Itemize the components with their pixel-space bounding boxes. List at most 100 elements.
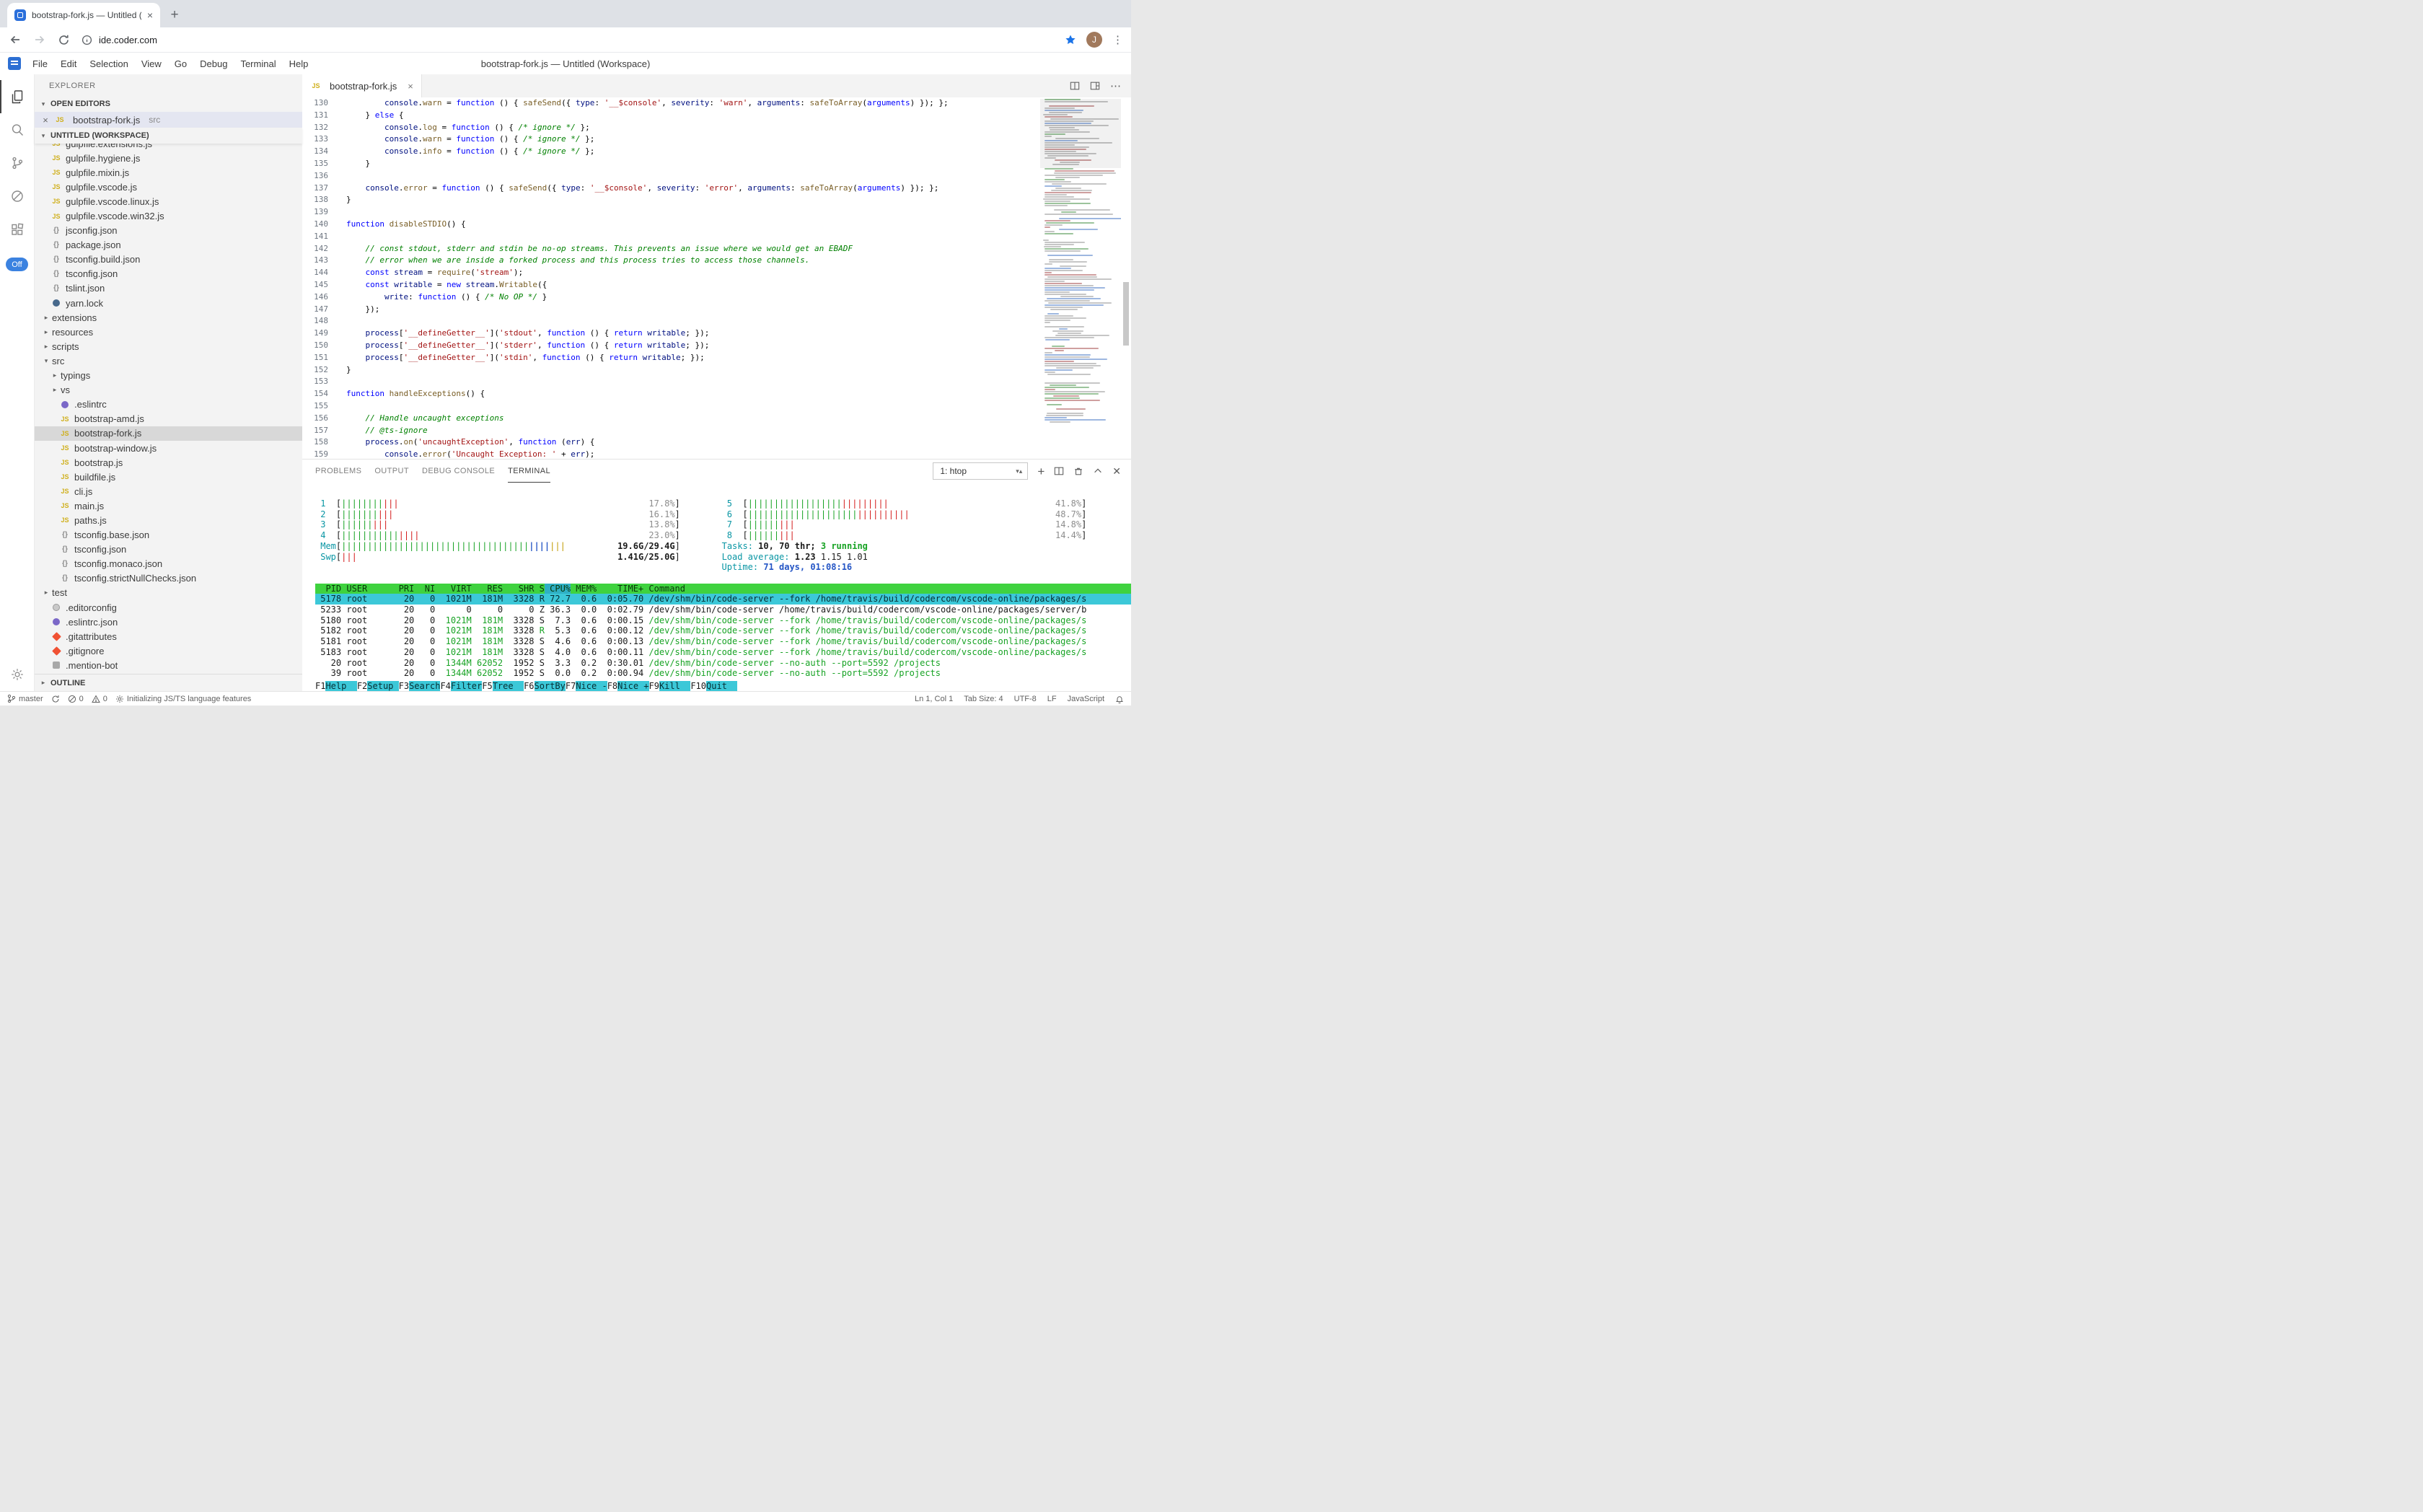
menu-selection[interactable]: Selection: [83, 58, 134, 69]
scrollbar-thumb[interactable]: [1123, 282, 1129, 346]
debug-icon[interactable]: [0, 180, 35, 213]
back-icon[interactable]: [9, 33, 22, 46]
tree-file-gulpfile.mixin.js[interactable]: JSgulpfile.mixin.js: [35, 165, 302, 180]
tree-file-tslint.json[interactable]: {}tslint.json: [35, 281, 302, 296]
tree-file-.mention-bot[interactable]: .mention-bot: [35, 658, 302, 672]
extensions-icon[interactable]: [0, 213, 35, 246]
kill-terminal-icon[interactable]: [1073, 466, 1083, 476]
terminal-output[interactable]: 1 [||||||||||| 17.8%] 5 [|||||||||||||||…: [302, 483, 1131, 691]
tree-folder-vs[interactable]: ▸vs: [35, 383, 302, 397]
explorer-icon[interactable]: [0, 80, 35, 113]
panel-tab-problems[interactable]: PROBLEMS: [315, 460, 361, 483]
status-warning[interactable]: 0: [92, 695, 107, 703]
tree-file-gulpfile.vscode.linux.js[interactable]: JSgulpfile.vscode.linux.js: [35, 194, 302, 208]
tree-file-buildfile.js[interactable]: JSbuildfile.js: [35, 470, 302, 484]
tree-folder-test[interactable]: ▸test: [35, 586, 302, 600]
url-text[interactable]: ide.coder.com: [99, 35, 157, 45]
tree-folder-extensions[interactable]: ▸extensions: [35, 310, 302, 325]
tree-folder-typings[interactable]: ▸typings: [35, 369, 302, 383]
menu-help[interactable]: Help: [283, 58, 315, 69]
new-terminal-icon[interactable]: +: [1037, 465, 1045, 478]
close-editor-icon[interactable]: ×: [40, 115, 50, 126]
status-error[interactable]: 0: [68, 695, 84, 703]
menu-debug[interactable]: Debug: [193, 58, 234, 69]
section-workspace[interactable]: ▾ UNTITLED (WORKSPACE): [35, 128, 302, 144]
htop-function-keys[interactable]: F1Help F2Setup F3SearchF4FilterF5Tree F6…: [315, 681, 1131, 691]
tree-file-paths.js[interactable]: JSpaths.js: [35, 513, 302, 527]
status-sync[interactable]: [51, 695, 60, 703]
process-row-5183[interactable]: 5183 root 20 0 1021M 181M 3328 S 4.0 0.6…: [315, 647, 1131, 658]
source-control-icon[interactable]: [0, 146, 35, 180]
close-panel-icon[interactable]: ✕: [1112, 465, 1121, 478]
browser-tab[interactable]: bootstrap-fork.js — Untitled (W ×: [7, 3, 160, 27]
tree-file-tsconfig.json[interactable]: {}tsconfig.json: [35, 267, 302, 281]
tab-close-icon[interactable]: ×: [147, 9, 153, 21]
process-row-5178[interactable]: 5178 root 20 0 1021M 181M 3328 R 72.7 0.…: [315, 594, 1131, 605]
tree-file-.editorconfig[interactable]: .editorconfig: [35, 600, 302, 615]
avatar[interactable]: J: [1086, 32, 1102, 48]
tree-file-tsconfig.json[interactable]: {}tsconfig.json: [35, 542, 302, 557]
maximize-panel-icon[interactable]: [1093, 466, 1103, 476]
tree-file-.eslintrc[interactable]: .eslintrc: [35, 397, 302, 412]
process-row-39[interactable]: 39 root 20 0 1344M 62052 1952 S 0.0 0.2 …: [315, 668, 1131, 679]
tree-folder-src[interactable]: ▾src: [35, 353, 302, 368]
status-right-3[interactable]: LF: [1047, 695, 1057, 703]
status-branch[interactable]: master: [7, 694, 43, 703]
tree-folder-scripts[interactable]: ▸scripts: [35, 339, 302, 353]
tree-file-package.json[interactable]: {}package.json: [35, 238, 302, 252]
menu-file[interactable]: File: [26, 58, 54, 69]
tree-folder-resources[interactable]: ▸resources: [35, 325, 302, 339]
tree-file-gulpfile.extensions.js[interactable]: JSgulpfile.extensions.js: [35, 144, 302, 151]
notifications-bell-icon[interactable]: [1115, 695, 1124, 703]
split-terminal-icon[interactable]: [1054, 466, 1064, 476]
status-right-2[interactable]: UTF-8: [1014, 695, 1037, 703]
open-editor-item[interactable]: × JS bootstrap-fork.js src: [35, 112, 302, 128]
close-tab-icon[interactable]: ×: [408, 81, 413, 92]
section-outline[interactable]: ▸ OUTLINE: [35, 674, 302, 691]
code-area[interactable]: 130 console.warn = function () { safeSen…: [302, 97, 1131, 459]
more-actions-icon[interactable]: ⋯: [1110, 79, 1121, 92]
panel-tab-terminal[interactable]: TERMINAL: [508, 460, 550, 483]
tree-file-bootstrap-amd.js[interactable]: JSbootstrap-amd.js: [35, 412, 302, 426]
menu-terminal[interactable]: Terminal: [234, 58, 282, 69]
tree-file-.gitignore[interactable]: .gitignore: [35, 643, 302, 658]
reload-icon[interactable]: [58, 34, 70, 46]
tree-file-gulpfile.vscode.win32.js[interactable]: JSgulpfile.vscode.win32.js: [35, 208, 302, 223]
tree-file-bootstrap.js[interactable]: JSbootstrap.js: [35, 455, 302, 470]
settings-gear-icon[interactable]: [9, 667, 25, 682]
url-box[interactable]: ide.coder.com: [82, 35, 1053, 45]
process-row-5180[interactable]: 5180 root 20 0 1021M 181M 3328 S 7.3 0.6…: [315, 615, 1131, 626]
terminal-select[interactable]: 1: htop ▾▴: [933, 462, 1028, 480]
tree-file-jsconfig.json[interactable]: {}jsconfig.json: [35, 224, 302, 238]
editor-tab[interactable]: JS bootstrap-fork.js ×: [302, 74, 422, 97]
minimap-viewport[interactable]: [1040, 99, 1121, 168]
process-row-5233[interactable]: 5233 root 20 0 0 0 0 Z 36.3 0.0 0:02.79 …: [315, 605, 1131, 615]
forward-icon[interactable]: [33, 33, 46, 46]
tree-file-tsconfig.build.json[interactable]: {}tsconfig.build.json: [35, 252, 302, 267]
tree-file-yarn.lock[interactable]: yarn.lock: [35, 296, 302, 310]
tree-file-bootstrap-window.js[interactable]: JSbootstrap-window.js: [35, 441, 302, 455]
tree-file-.gitattributes[interactable]: .gitattributes: [35, 629, 302, 643]
tree-file-.eslintrc.json[interactable]: .eslintrc.json: [35, 615, 302, 629]
tree-file-gulpfile.vscode.js[interactable]: JSgulpfile.vscode.js: [35, 180, 302, 194]
browser-menu-icon[interactable]: ⋮: [1112, 33, 1122, 46]
bookmark-star-icon[interactable]: [1065, 34, 1076, 45]
section-open-editors[interactable]: ▾ OPEN EDITORS: [35, 96, 302, 112]
process-row-5181[interactable]: 5181 root 20 0 1021M 181M 3328 S 4.6 0.6…: [315, 636, 1131, 647]
status-right-4[interactable]: JavaScript: [1068, 695, 1104, 703]
minimap[interactable]: [1040, 99, 1121, 459]
tree-file-tsconfig.monaco.json[interactable]: {}tsconfig.monaco.json: [35, 557, 302, 571]
process-row-20[interactable]: 20 root 20 0 1344M 62052 1952 S 3.3 0.2 …: [315, 658, 1131, 669]
toggle-layout-icon[interactable]: [1090, 81, 1100, 91]
panel-tab-debug-console[interactable]: DEBUG CONSOLE: [422, 460, 495, 483]
tree-file-gulpfile.hygiene.js[interactable]: JSgulpfile.hygiene.js: [35, 151, 302, 165]
process-row-5182[interactable]: 5182 root 20 0 1021M 181M 3328 R 5.3 0.6…: [315, 625, 1131, 636]
tree-file-tsconfig.strictNullChecks.json[interactable]: {}tsconfig.strictNullChecks.json: [35, 571, 302, 586]
tree-file-bootstrap-fork.js[interactable]: JSbootstrap-fork.js: [35, 426, 302, 441]
tree-file-cli.js[interactable]: JScli.js: [35, 484, 302, 498]
new-tab-button[interactable]: +: [164, 5, 185, 25]
tree-file-tsconfig.base.json[interactable]: {}tsconfig.base.json: [35, 528, 302, 542]
menu-view[interactable]: View: [135, 58, 168, 69]
search-icon[interactable]: [0, 113, 35, 146]
menu-go[interactable]: Go: [168, 58, 193, 69]
